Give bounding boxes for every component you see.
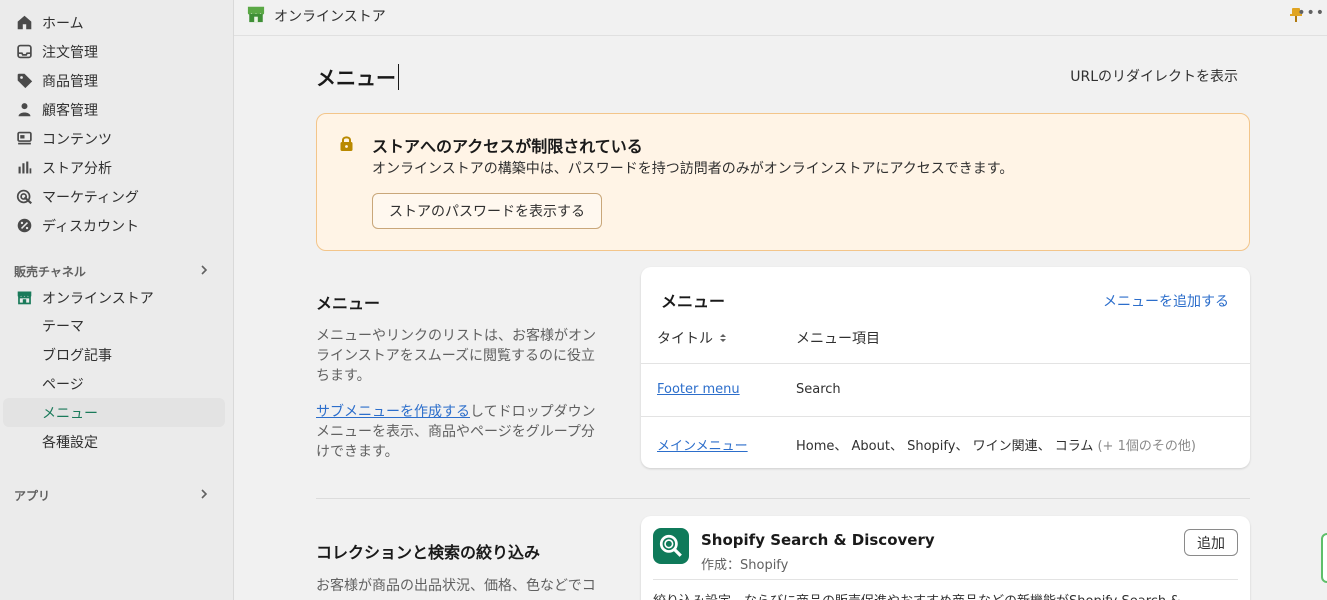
url-redirects-link[interactable]: URLのリダイレクトを表示 <box>1070 66 1238 86</box>
card-divider <box>653 579 1238 580</box>
sidebar-subitem-themes[interactable]: テーマ <box>0 311 234 340</box>
sidebar-item-customers[interactable]: 顧客管理 <box>0 95 234 124</box>
sidebar-item-label: ディスカウント <box>42 218 140 235</box>
create-submenu-link[interactable]: サブメニューを作成する <box>316 404 470 420</box>
sidebar-subitem-blog-posts[interactable]: ブログ記事 <box>0 340 234 369</box>
menu-title-link[interactable]: メインメニュー <box>657 435 748 454</box>
menu-items-cell: Search <box>796 382 841 397</box>
column-header-title[interactable]: タイトル <box>657 328 728 348</box>
page-title[interactable]: メニュー <box>316 62 399 91</box>
sidebar: ホーム 注文管理 商品管理 顧客管理 コンテンツ ストア分析 マーケティング デ… <box>0 0 234 600</box>
app-author: 作成：Shopify <box>701 558 789 573</box>
text-caret <box>398 63 399 90</box>
menus-card: メニュー メニューを追加する タイトル メニュー項目 Footer menu S… <box>641 267 1250 468</box>
app-title: Shopify Search & Discovery <box>701 531 935 549</box>
inbox-icon <box>14 42 34 62</box>
filters-section-heading: コレクションと検索の絞り込み <box>316 543 541 562</box>
bar-chart-icon <box>14 158 34 178</box>
home-icon <box>14 13 34 33</box>
sidebar-item-label: ホーム <box>42 15 84 32</box>
menus-section-description: メニューやリンクのリストは、お客様がオンラインストアをスムーズに閲覧するのに役立… <box>316 328 596 384</box>
menu-items-cell: Home、 About、 Shopify、 ワイン関連、 コラム (+ 1個のそ… <box>796 439 1196 454</box>
online-store-logo-icon <box>247 6 265 23</box>
lock-icon <box>340 136 353 151</box>
row-divider <box>641 363 1250 364</box>
sidebar-item-home[interactable]: ホーム <box>0 8 234 37</box>
column-header-menu-items: メニュー項目 <box>796 331 880 347</box>
more-options-icon[interactable]: ••• <box>1297 5 1325 21</box>
target-icon <box>14 187 34 207</box>
sidebar-subitem-menus[interactable]: メニュー <box>3 398 225 427</box>
sidebar-item-discounts[interactable]: ディスカウント <box>0 211 234 240</box>
top-bar: オンラインストア ••• <box>234 0 1327 36</box>
apps-label: アプリ <box>14 489 51 503</box>
content-icon <box>14 129 34 149</box>
add-app-button[interactable]: 追加 <box>1184 529 1238 556</box>
show-store-password-button[interactable]: ストアのパスワードを表示する <box>372 193 602 229</box>
sidebar-item-marketing[interactable]: マーケティング <box>0 182 234 211</box>
tag-icon <box>14 71 34 91</box>
sidebar-item-products[interactable]: 商品管理 <box>0 66 234 95</box>
magnifier-icon <box>659 534 682 557</box>
section-divider <box>316 498 1250 499</box>
side-panel-tab[interactable] <box>1321 533 1327 583</box>
banner-text: オンラインストアの構築中は、パスワードを持つ訪問者のみがオンラインストアにアクセ… <box>372 161 1014 177</box>
sidebar-item-content[interactable]: コンテンツ <box>0 124 234 153</box>
sidebar-item-label: コンテンツ <box>42 131 112 148</box>
chevron-right-icon[interactable] <box>197 263 211 277</box>
menus-section-heading: メニュー <box>316 294 381 313</box>
sidebar-item-label: ストア分析 <box>42 160 112 177</box>
sidebar-item-label: オンラインストア <box>42 290 154 307</box>
sidebar-subitem-preferences[interactable]: 各種設定 <box>0 427 234 456</box>
discount-icon <box>14 216 34 236</box>
sidebar-item-label: 顧客管理 <box>42 102 98 119</box>
add-menu-link[interactable]: メニューを追加する <box>1103 291 1229 311</box>
menu-title-link[interactable]: Footer menu <box>657 382 740 397</box>
app-description: 絞り込み設定、ならびに商品の販売促進やおすすめ商品などの新機能がShopify … <box>653 590 1180 600</box>
access-restricted-banner: ストアへのアクセスが制限されている オンラインストアの構築中は、パスワードを持つ… <box>316 113 1250 251</box>
sidebar-item-label: マーケティング <box>42 189 139 206</box>
sidebar-item-label: 商品管理 <box>42 73 98 90</box>
sidebar-item-online-store[interactable]: オンラインストア <box>0 283 234 312</box>
search-discovery-app-card: Shopify Search & Discovery 作成：Shopify 追加… <box>641 516 1250 600</box>
sidebar-item-label: 注文管理 <box>42 44 98 61</box>
search-discovery-app-icon <box>653 528 689 564</box>
sidebar-subitem-pages[interactable]: ページ <box>0 369 234 398</box>
banner-title: ストアへのアクセスが制限されている <box>372 137 643 156</box>
sidebar-item-analytics[interactable]: ストア分析 <box>0 153 234 182</box>
filters-section-description: お客様が商品の出品状況、価格、色などでコ <box>316 578 596 594</box>
row-divider <box>641 416 1250 417</box>
chevron-right-icon[interactable] <box>197 487 211 501</box>
menus-card-title: メニュー <box>661 292 726 311</box>
menus-section-submenu-text: サブメニューを作成するしてドロップダウンメニューを表示、商品やページをグループ分… <box>316 404 596 460</box>
person-icon <box>14 100 34 120</box>
store-icon <box>14 288 34 308</box>
sidebar-item-orders[interactable]: 注文管理 <box>0 37 234 66</box>
sales-channels-label: 販売チャネル <box>14 265 86 279</box>
sort-icon <box>720 334 726 342</box>
store-title: オンラインストア <box>274 9 386 25</box>
